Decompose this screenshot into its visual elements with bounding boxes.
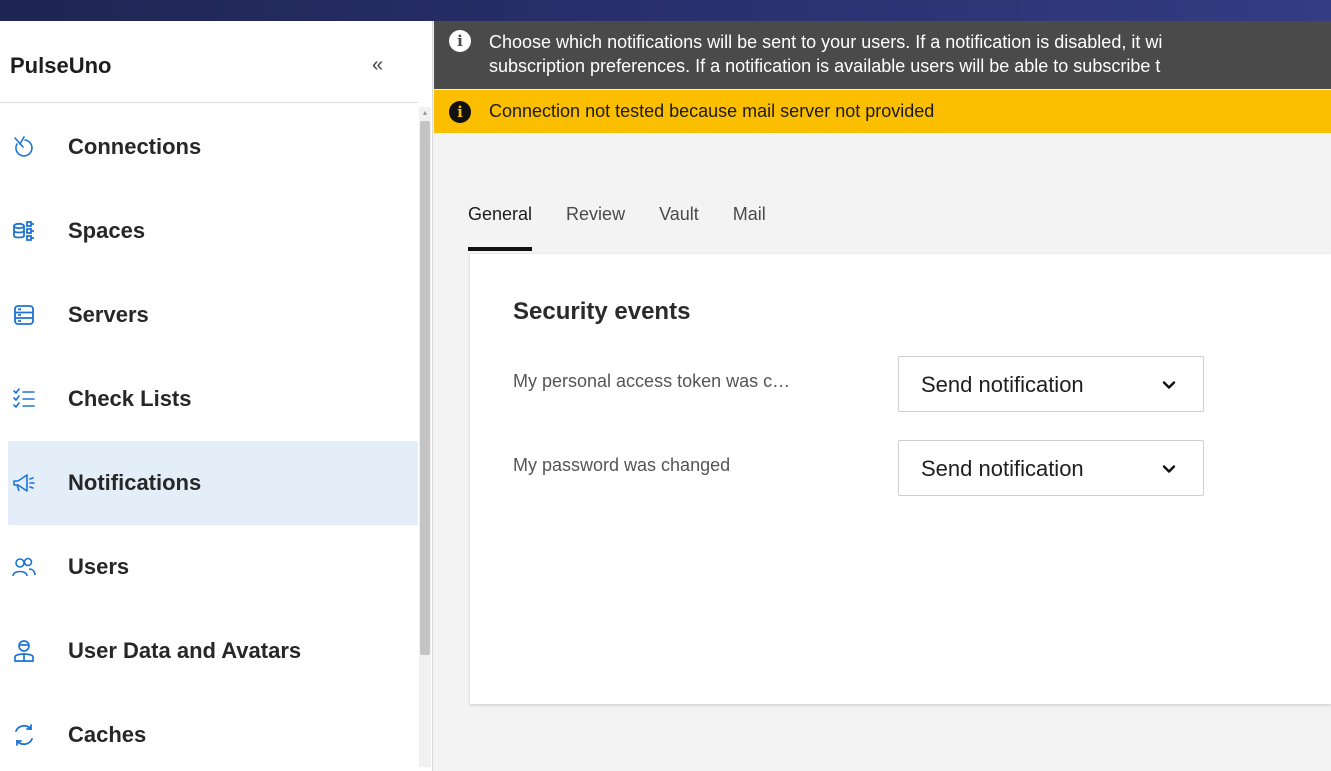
servers-icon xyxy=(11,302,37,328)
tab-vault[interactable]: Vault xyxy=(659,204,699,252)
users-icon xyxy=(11,554,37,580)
notification-row-label: My personal access token was c… xyxy=(513,371,791,391)
sidebar-item-label: Spaces xyxy=(68,218,146,243)
sidebar-item-users[interactable]: Users xyxy=(8,525,418,609)
spaces-icon xyxy=(11,218,37,244)
user-badge-icon xyxy=(11,638,37,664)
app-name: PulseUno xyxy=(10,53,112,78)
sidebar-item-label: Notifications xyxy=(68,470,202,495)
sidebar-item-servers[interactable]: Servers xyxy=(8,273,418,357)
sidebar-item-label: Check Lists xyxy=(68,386,192,411)
info-banner-text: Choose which notifications will be sent … xyxy=(489,30,1162,78)
sidebar-item-user-data-and-avatars[interactable]: User Data and Avatars xyxy=(8,609,418,693)
connections-icon xyxy=(11,134,37,160)
notification-select[interactable]: Send notification xyxy=(898,356,1204,412)
sidebar-item-notifications[interactable]: Notifications xyxy=(8,441,418,525)
tab-mail[interactable]: Mail xyxy=(733,204,766,252)
window-top-bar xyxy=(0,0,1331,21)
sidebar-item-label: Servers xyxy=(68,302,149,327)
sidebar-scrollbar[interactable]: ▲ xyxy=(419,107,431,767)
warning-info-icon: i xyxy=(449,101,471,123)
tab-review[interactable]: Review xyxy=(566,204,625,252)
tab-general[interactable]: General xyxy=(468,204,533,252)
sidebar-item-label: User Data and Avatars xyxy=(68,638,302,663)
sidebar-item-label: Users xyxy=(68,554,130,579)
checklist-icon xyxy=(11,386,37,412)
sidebar-item-label: Connections xyxy=(68,134,202,159)
megaphone-icon xyxy=(11,470,37,496)
collapse-sidebar-button[interactable]: « xyxy=(372,54,383,77)
settings-tabs: General Review Vault Mail xyxy=(468,204,800,252)
sidebar-item-spaces[interactable]: Spaces xyxy=(8,189,418,273)
sidebar-item-caches[interactable]: Caches xyxy=(8,693,418,771)
sidebar: PulseUno « Connections Spaces Servers Ch… xyxy=(0,21,433,771)
notifications-card: Security events My personal access token… xyxy=(470,254,1331,704)
warning-banner-text: Connection not tested because mail serve… xyxy=(489,101,935,121)
info-icon: i xyxy=(449,30,471,52)
notification-select-value: Send notification xyxy=(921,372,1084,397)
chevron-down-icon xyxy=(1162,465,1176,473)
info-banner-line-2: subscription preferences. If a notificat… xyxy=(489,56,1161,76)
sidebar-item-label: Caches xyxy=(68,722,147,747)
notification-select[interactable]: Send notification xyxy=(898,440,1204,496)
info-banner-line-1: Choose which notifications will be sent … xyxy=(489,32,1163,52)
sidebar-nav: Connections Spaces Servers Check Lists N… xyxy=(8,105,418,771)
sidebar-item-connections[interactable]: Connections xyxy=(8,105,418,189)
sidebar-scrollbar-thumb[interactable] xyxy=(420,121,430,655)
notification-row-label: My password was changed xyxy=(513,455,731,475)
sidebar-item-check-lists[interactable]: Check Lists xyxy=(8,357,418,441)
refresh-icon xyxy=(11,722,37,748)
section-title: Security events xyxy=(513,298,691,325)
warning-banner: i Connection not tested because mail ser… xyxy=(434,90,1331,133)
sidebar-header: PulseUno « xyxy=(0,33,418,103)
scroll-up-arrow-icon[interactable]: ▲ xyxy=(420,110,430,118)
info-banner: i Choose which notifications will be sen… xyxy=(434,21,1331,89)
chevron-down-icon xyxy=(1162,381,1176,389)
notification-select-value: Send notification xyxy=(921,456,1084,481)
